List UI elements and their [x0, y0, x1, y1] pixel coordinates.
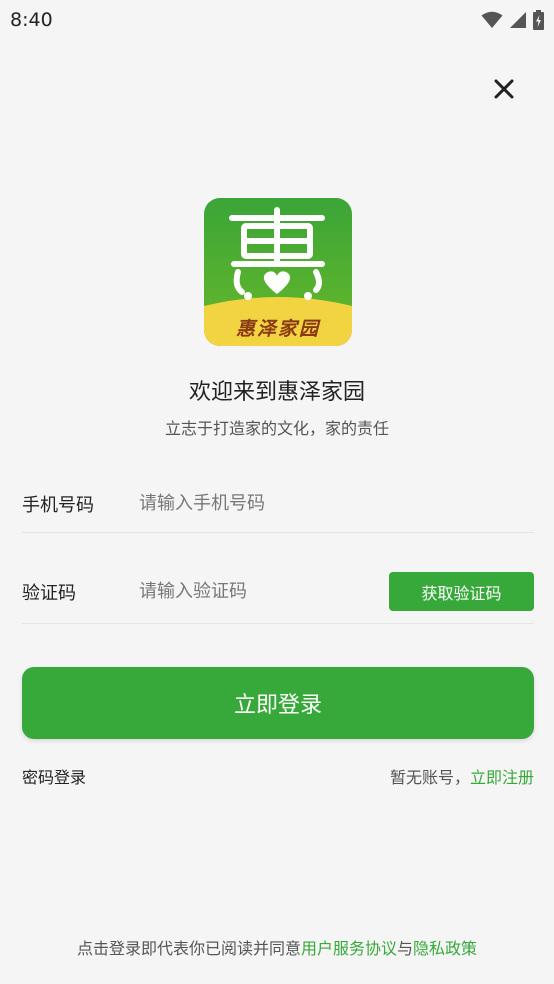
no-account-text: 暂无账号， — [389, 768, 470, 787]
status-icons — [481, 10, 544, 30]
phone-label: 手机号码 — [22, 494, 94, 516]
register-line: 暂无账号，立即注册 — [390, 764, 534, 788]
status-bar: 8:40 — [0, 0, 554, 40]
close-button[interactable] — [489, 74, 519, 104]
battery-charging-icon — [533, 10, 544, 30]
close-icon — [494, 79, 514, 99]
code-row: 验证码 获取验证码 — [22, 560, 534, 624]
login-button[interactable]: 立即登录 — [22, 667, 534, 739]
status-time: 8:40 — [10, 9, 53, 31]
agreement-and: 与 — [397, 939, 414, 958]
welcome-title: 欢迎来到惠泽家园 — [188, 380, 365, 405]
code-input[interactable] — [139, 581, 389, 602]
welcome-subtitle: 立志于打造家的文化，家的责任 — [164, 419, 389, 438]
code-label: 验证码 — [22, 582, 76, 604]
register-link[interactable]: 立即注册 — [470, 768, 534, 787]
phone-input[interactable] — [139, 493, 534, 514]
logo-text: 惠泽家园 — [235, 318, 320, 340]
password-login-link[interactable]: 密码登录 — [22, 764, 86, 788]
app-logo: 惠泽家园 — [204, 198, 352, 346]
agreement-prefix: 点击登录即代表你已阅读并同意 — [76, 939, 301, 958]
cell-signal-icon — [510, 12, 526, 28]
wifi-icon — [481, 11, 503, 28]
privacy-policy-link[interactable]: 隐私政策 — [413, 939, 477, 958]
user-agreement-link[interactable]: 用户服务协议 — [301, 939, 397, 958]
phone-row: 手机号码 — [22, 475, 534, 533]
agreement-text: 点击登录即代表你已阅读并同意用户服务协议与隐私政策 — [0, 935, 554, 959]
get-code-button[interactable]: 获取验证码 — [389, 572, 534, 611]
